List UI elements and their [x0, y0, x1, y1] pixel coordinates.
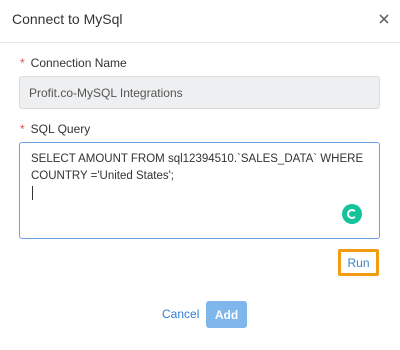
- text-caret: [32, 186, 33, 200]
- dialog-title: Connect to MySql: [12, 11, 123, 27]
- cancel-button[interactable]: Cancel: [162, 307, 199, 321]
- close-icon[interactable]: [377, 12, 391, 26]
- sql-query-textarea[interactable]: SELECT AMOUNT FROM sql12394510.`SALES_DA…: [19, 142, 380, 239]
- sql-query-label: * SQL Query: [20, 122, 90, 136]
- required-marker: *: [20, 56, 25, 70]
- connection-name-label-text: Connection Name: [30, 56, 127, 70]
- dialog-header: Connect to MySql: [0, 0, 400, 43]
- connection-name-label: * Connection Name: [20, 56, 127, 70]
- required-marker: *: [20, 122, 25, 136]
- run-button[interactable]: Run: [338, 249, 379, 276]
- grammar-assistant-icon[interactable]: [342, 204, 362, 224]
- connection-name-input[interactable]: [19, 76, 380, 109]
- add-button[interactable]: Add: [206, 301, 247, 328]
- sql-query-label-text: SQL Query: [30, 122, 91, 136]
- sql-query-text: SELECT AMOUNT FROM sql12394510.`SALES_DA…: [31, 153, 367, 182]
- connect-mysql-dialog: Connect to MySql * Connection Name * SQL Q…: [0, 0, 400, 350]
